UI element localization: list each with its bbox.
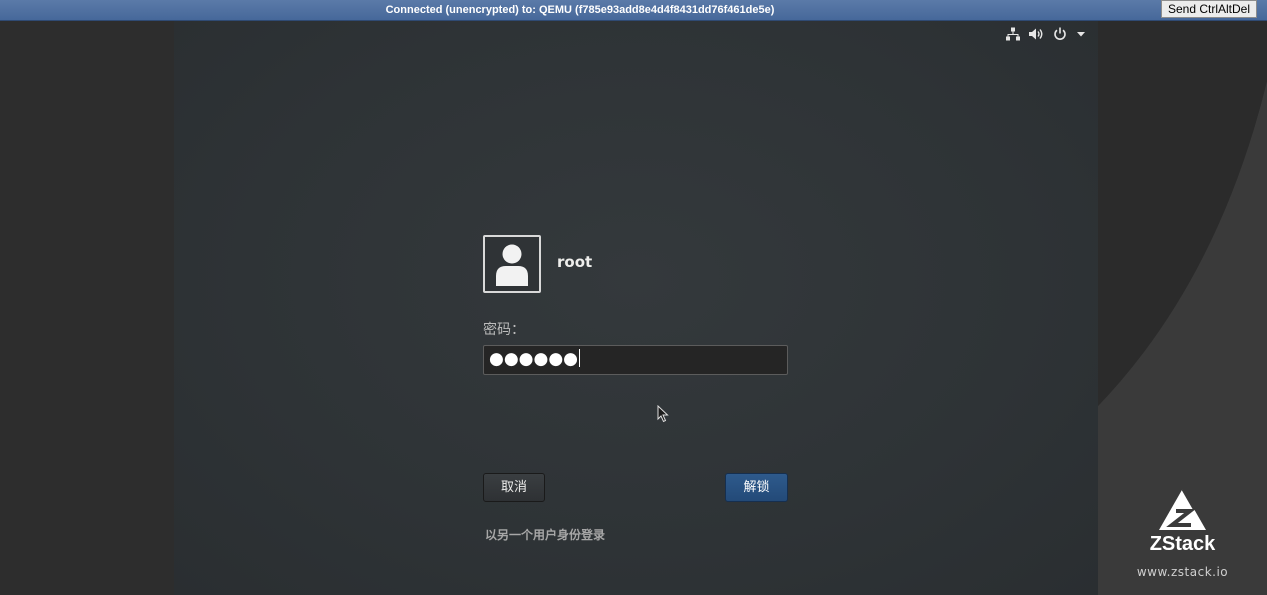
mouse-cursor-icon [657, 405, 669, 423]
cancel-button[interactable]: 取消 [483, 473, 545, 502]
vnc-toolbar: Connected (unencrypted) to: QEMU (f785e9… [0, 0, 1267, 21]
avatar [483, 235, 541, 293]
network-icon[interactable] [1006, 27, 1020, 41]
password-label: 密码： [483, 322, 525, 338]
user-icon [496, 244, 528, 286]
system-status-menu[interactable] [1006, 25, 1086, 43]
brand-url: www.zstack.io [1136, 565, 1229, 579]
login-dialog: root 密码： ●●●●●● 取消 解锁 以另一个用户身份登录 [483, 235, 788, 555]
send-ctrl-alt-del-button[interactable]: Send CtrlAltDel [1161, 0, 1257, 18]
zstack-logo: ZStack www.zstack.io [1098, 487, 1267, 587]
text-caret [579, 349, 581, 367]
brand-name: ZStack [1149, 533, 1216, 555]
left-background [0, 21, 174, 595]
switch-user-link[interactable]: 以另一个用户身份登录 [485, 526, 605, 543]
connection-status: Connected (unencrypted) to: QEMU (f785e9… [385, 4, 775, 16]
unlock-button[interactable]: 解锁 [725, 473, 788, 502]
username-label: root [557, 253, 593, 271]
password-input[interactable]: ●●●●●● [483, 345, 788, 375]
power-icon[interactable] [1053, 27, 1067, 41]
password-value: ●●●●●● [489, 349, 579, 369]
zstack-mark-icon [1159, 488, 1206, 530]
vm-screen[interactable]: root 密码： ●●●●●● 取消 解锁 以另一个用户身份登录 [174, 21, 1098, 595]
volume-icon[interactable] [1029, 27, 1044, 41]
chevron-down-icon[interactable] [1076, 29, 1086, 39]
